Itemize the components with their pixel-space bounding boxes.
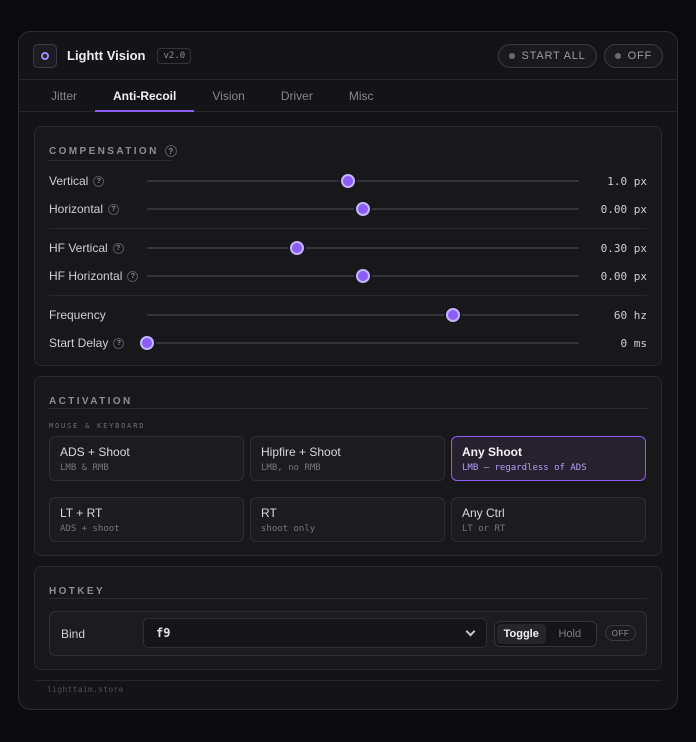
option-subtitle: LT or RT	[462, 524, 506, 534]
slider-label: Start Delay	[49, 336, 109, 350]
status-dot-icon	[614, 52, 621, 59]
slider-row-hf-horizontal: HF Horizontal? 0.00 px	[49, 266, 647, 286]
slider-row-start-delay: Start Delay? 0 ms	[49, 333, 647, 353]
help-icon[interactable]: ?	[164, 145, 177, 157]
app-logo-icon	[33, 43, 57, 68]
slider-value: 0.00 px	[600, 202, 647, 216]
hotkey-card: HOTKEY Bind f9 Toggle Hold OFF	[34, 566, 662, 670]
hotkey-title: HOTKEY	[49, 585, 106, 597]
option-lt-rt[interactable]: LT + RT ADS + shoot	[49, 497, 244, 542]
option-subtitle: LMB & RMB	[60, 463, 109, 473]
option-rt[interactable]: RT shoot only	[250, 497, 445, 542]
slider-thumb[interactable]	[356, 202, 370, 216]
horizontal-slider[interactable]	[147, 199, 579, 219]
tab-driver[interactable]: Driver	[263, 80, 331, 111]
option-hipfire-shoot[interactable]: Hipfire + Shoot LMB, no RMB	[250, 436, 445, 481]
divider	[49, 295, 647, 296]
slider-thumb[interactable]	[356, 269, 370, 283]
tab-jitter[interactable]: Jitter	[33, 80, 95, 111]
option-subtitle: LMB — regardless of ADS	[462, 463, 587, 473]
slider-thumb[interactable]	[140, 336, 154, 350]
hotkey-state-toggle[interactable]: OFF	[605, 625, 636, 641]
slider-thumb[interactable]	[445, 308, 460, 322]
slider-value: 0.00 px	[600, 269, 647, 283]
footer-text: lighttaim.store	[47, 685, 124, 694]
mode-toggle: Toggle Hold	[494, 621, 597, 647]
slider-row-hf-vertical: HF Vertical? 0.30 px	[49, 238, 647, 258]
slider-label: HF Vertical	[49, 241, 108, 255]
option-title: Any Ctrl	[462, 506, 505, 520]
help-icon[interactable]: ?	[108, 203, 120, 215]
tab-misc[interactable]: Misc	[331, 80, 392, 111]
hf-horizontal-slider[interactable]	[147, 266, 579, 286]
start-all-label: START ALL	[521, 49, 586, 62]
option-subtitle: ADS + shoot	[60, 524, 120, 534]
slider-row-vertical: Vertical? 1.0 px	[49, 171, 647, 191]
option-title: ADS + Shoot	[60, 445, 130, 459]
help-icon[interactable]: ?	[112, 242, 124, 254]
compensation-title: COMPENSATION	[49, 145, 159, 157]
slider-row-frequency: Frequency 60 hz	[49, 305, 647, 325]
slider-thumb[interactable]	[340, 174, 355, 188]
tab-bar: Jitter Anti-Recoil Vision Driver Misc	[19, 80, 677, 112]
activation-title: ACTIVATION	[49, 395, 133, 407]
option-subtitle: LMB, no RMB	[261, 463, 321, 473]
slider-label: Frequency	[49, 308, 106, 322]
app-window: Lightt Vision v2.0 START ALL OFF Jitter …	[18, 31, 678, 710]
slider-value: 1.0 px	[607, 174, 647, 188]
chevron-down-icon	[465, 626, 476, 636]
option-any-ctrl[interactable]: Any Ctrl LT or RT	[451, 497, 646, 542]
divider	[49, 228, 647, 229]
tab-vision[interactable]: Vision	[194, 80, 262, 111]
bind-row: Bind f9 Toggle Hold OFF	[49, 611, 647, 656]
mode-toggle-button[interactable]: Toggle	[497, 624, 546, 644]
tab-anti-recoil[interactable]: Anti-Recoil	[95, 80, 195, 112]
start-delay-slider[interactable]	[140, 333, 579, 353]
slider-value: 60 hz	[613, 308, 647, 322]
option-title: LT + RT	[60, 506, 103, 520]
option-title: Hipfire + Shoot	[261, 445, 341, 459]
bind-value: f9	[156, 626, 171, 640]
slider-value: 0 ms	[620, 336, 648, 350]
help-icon[interactable]: ?	[113, 337, 125, 349]
footer-divider	[34, 680, 662, 681]
bind-label: Bind	[61, 627, 86, 641]
vertical-slider[interactable]	[147, 171, 579, 191]
compensation-header: COMPENSATION ?	[49, 141, 647, 161]
option-title: RT	[261, 506, 277, 520]
slider-label: HF Horizontal	[49, 269, 123, 283]
slider-thumb[interactable]	[289, 241, 304, 255]
option-title: Any Shoot	[462, 445, 522, 459]
mode-hold-button[interactable]: Hold	[546, 624, 595, 644]
status-dot-icon	[508, 52, 515, 59]
slider-label: Vertical	[49, 174, 89, 188]
group-label: MOUSE & KEYBOARD	[49, 422, 146, 430]
frequency-slider[interactable]	[147, 305, 579, 325]
bind-select[interactable]: f9	[143, 618, 487, 648]
title-bar: Lightt Vision v2.0 START ALL OFF	[19, 32, 677, 80]
compensation-card: COMPENSATION ? Vertical? 1.0 px Horizont…	[34, 126, 662, 366]
start-all-button[interactable]: START ALL	[497, 43, 597, 68]
slider-label: Horizontal	[49, 202, 104, 216]
help-icon[interactable]: ?	[127, 270, 139, 282]
power-toggle-label: OFF	[627, 49, 652, 62]
hf-vertical-slider[interactable]	[147, 238, 579, 258]
activation-card: ACTIVATION MOUSE & KEYBOARD ADS + Shoot …	[34, 376, 662, 556]
slider-row-horizontal: Horizontal? 0.00 px	[49, 199, 647, 219]
option-ads-shoot[interactable]: ADS + Shoot LMB & RMB	[49, 436, 244, 481]
help-icon[interactable]: ?	[93, 175, 105, 187]
option-any-shoot[interactable]: Any Shoot LMB — regardless of ADS	[451, 436, 646, 481]
power-toggle-button[interactable]: OFF	[603, 43, 663, 68]
version-badge: v2.0	[157, 47, 192, 64]
app-title: Lightt Vision	[67, 48, 146, 63]
option-subtitle: shoot only	[261, 524, 316, 534]
slider-value: 0.30 px	[600, 241, 647, 255]
